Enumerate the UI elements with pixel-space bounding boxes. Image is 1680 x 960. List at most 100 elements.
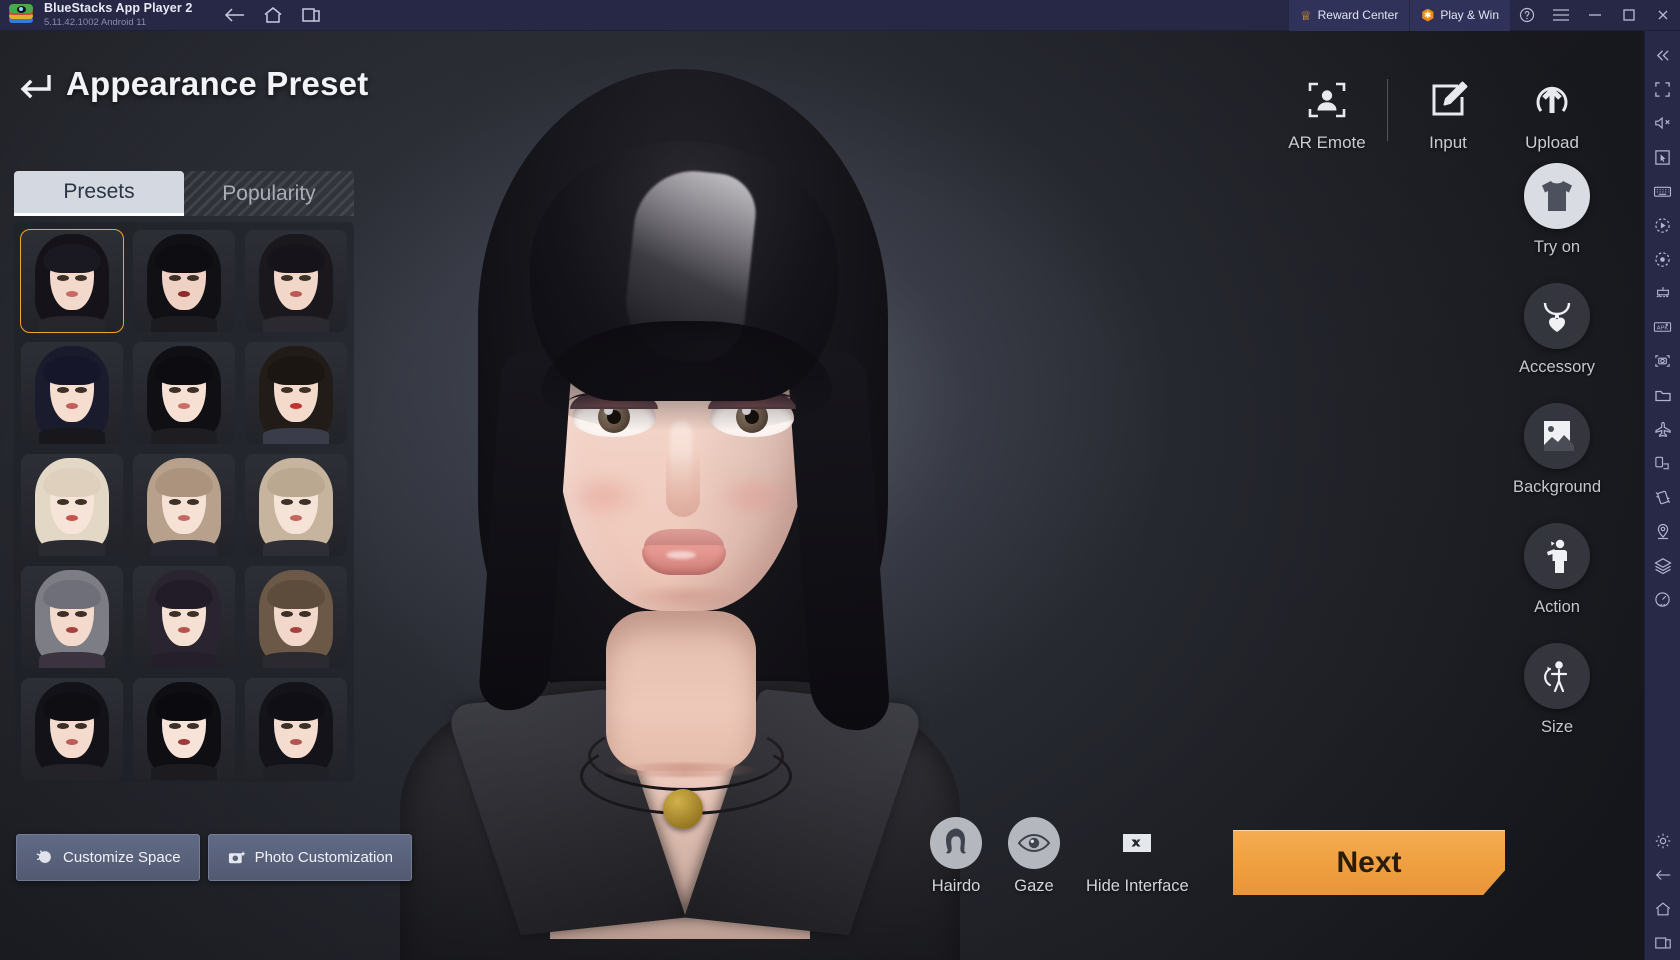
multi-instance-icon[interactable] (1645, 276, 1680, 310)
photo-customization-button[interactable]: Photo Customization (207, 834, 412, 881)
back-arrow-icon[interactable] (18, 69, 52, 99)
keyboard-controls-icon[interactable] (1645, 174, 1680, 208)
preset-thumbnail-5[interactable] (133, 342, 235, 444)
minimize-button[interactable] (1578, 0, 1612, 31)
preset-thumbnail-9[interactable] (245, 454, 347, 556)
gaze-button[interactable]: Gaze (1008, 817, 1060, 896)
ar-emote-button[interactable]: AR Emote (1275, 77, 1379, 153)
rotate-screen-icon[interactable] (1645, 446, 1680, 480)
preset-portrait (133, 230, 235, 332)
titlebar-recents-button[interactable] (294, 2, 328, 28)
preset-portrait (21, 454, 123, 556)
upload-label: Upload (1525, 133, 1579, 152)
preset-portrait (133, 678, 235, 780)
airplane-mode-icon[interactable] (1645, 412, 1680, 446)
media-manager-icon[interactable] (1645, 378, 1680, 412)
record-screen-icon[interactable] (1645, 242, 1680, 276)
pose-icon (1524, 523, 1590, 589)
rail-label-try-on: Try on (1533, 238, 1581, 256)
preset-grid (20, 229, 347, 782)
preset-portrait (245, 230, 347, 332)
hide-interface-icon (1111, 817, 1163, 869)
sidebar-home-icon[interactable] (1645, 892, 1680, 926)
preset-thumbnail-2[interactable] (133, 230, 235, 332)
hairdo-icon (930, 817, 982, 869)
layers-icon[interactable] (1645, 548, 1680, 582)
tshirt-icon (1524, 163, 1590, 229)
bluestacks-nav-group (218, 2, 328, 28)
fullscreen-icon[interactable] (1645, 72, 1680, 106)
sidebar-back-icon[interactable] (1645, 858, 1680, 892)
help-button[interactable] (1510, 0, 1544, 31)
collapse-sidebar-icon[interactable] (1645, 38, 1680, 72)
preset-thumbnail-6[interactable] (245, 342, 347, 444)
next-button[interactable]: Next (1233, 830, 1505, 895)
upload-button[interactable]: Upload (1500, 77, 1604, 153)
sidebar-recents-icon[interactable] (1645, 926, 1680, 960)
pointer-icon[interactable] (1645, 140, 1680, 174)
rail-label-accessory: Accessory (1518, 358, 1596, 376)
preset-thumbnail-13[interactable] (21, 678, 123, 780)
preset-thumbnail-10[interactable] (21, 566, 123, 668)
bottom-left-buttons: Customize Space Photo Customization (16, 834, 412, 881)
preset-thumbnail-4[interactable] (21, 342, 123, 444)
eye-icon (1008, 817, 1060, 869)
preset-grid-scroll[interactable] (14, 222, 354, 782)
preset-thumbnail-14[interactable] (133, 678, 235, 780)
customize-space-label: Customize Space (63, 849, 181, 866)
preset-portrait (245, 454, 347, 556)
preset-thumbnail-3[interactable] (245, 230, 347, 332)
ar-emote-label: AR Emote (1288, 133, 1366, 152)
macro-record-icon[interactable] (1645, 208, 1680, 242)
titlebar-back-button[interactable] (218, 2, 252, 28)
input-button[interactable]: Input (1396, 77, 1500, 153)
customize-space-button[interactable]: Customize Space (16, 834, 200, 881)
preset-thumbnail-11[interactable] (133, 566, 235, 668)
bluestacks-sidebar: APK (1644, 31, 1680, 960)
hide-interface-button[interactable]: Hide Interface (1086, 817, 1189, 896)
rail-item-background[interactable]: Background (1502, 403, 1612, 497)
titlebar-right-group: ♕ Reward Center ✱ Play & Win (1287, 0, 1680, 31)
mute-icon[interactable] (1645, 106, 1680, 140)
location-icon[interactable] (1645, 514, 1680, 548)
preset-portrait (133, 566, 235, 668)
preset-thumbnail-1[interactable] (20, 229, 124, 333)
preset-thumbnail-12[interactable] (245, 566, 347, 668)
play-and-win-button[interactable]: ✱ Play & Win (1409, 0, 1510, 31)
preset-thumbnail-8[interactable] (133, 454, 235, 556)
photo-customization-label: Photo Customization (254, 849, 393, 866)
preset-thumbnail-15[interactable] (245, 678, 347, 780)
reward-center-button[interactable]: ♕ Reward Center (1287, 0, 1410, 31)
close-button[interactable] (1646, 0, 1680, 31)
svg-text:APK: APK (1657, 325, 1669, 331)
preset-panel: Presets Popularity (14, 171, 354, 782)
preset-portrait (21, 678, 123, 780)
tab-popularity-label: Popularity (222, 181, 316, 205)
rail-item-size[interactable]: Size (1502, 643, 1612, 737)
game-right-rail: Try on Accessory Background Action Size (1502, 163, 1612, 763)
resize-body-icon (1524, 643, 1590, 709)
tab-presets[interactable]: Presets (14, 171, 184, 216)
screenshot-icon[interactable] (1645, 344, 1680, 378)
rail-label-background: Background (1512, 478, 1602, 496)
tab-popularity[interactable]: Popularity (184, 171, 354, 216)
preset-portrait (245, 566, 347, 668)
preset-thumbnail-7[interactable] (21, 454, 123, 556)
preset-portrait (21, 342, 123, 444)
bluestacks-version: 5.11.42.1002 Android 11 (44, 16, 147, 28)
performance-icon[interactable] (1645, 582, 1680, 616)
shake-icon[interactable] (1645, 480, 1680, 514)
rail-item-action[interactable]: Action (1502, 523, 1612, 617)
hide-interface-label: Hide Interface (1086, 877, 1189, 895)
titlebar-home-button[interactable] (256, 2, 290, 28)
top-actions-divider (1387, 79, 1388, 141)
hairdo-button[interactable]: Hairdo (930, 817, 982, 896)
hairdo-label: Hairdo (931, 877, 981, 895)
settings-icon[interactable] (1645, 824, 1680, 858)
maximize-button[interactable] (1612, 0, 1646, 31)
install-apk-icon[interactable]: APK (1645, 310, 1680, 344)
rail-item-try-on[interactable]: Try on (1502, 163, 1612, 257)
menu-button[interactable] (1544, 0, 1578, 31)
rail-item-accessory[interactable]: Accessory (1502, 283, 1612, 377)
top-actions-group: AR Emote Input Upload (1275, 77, 1604, 153)
